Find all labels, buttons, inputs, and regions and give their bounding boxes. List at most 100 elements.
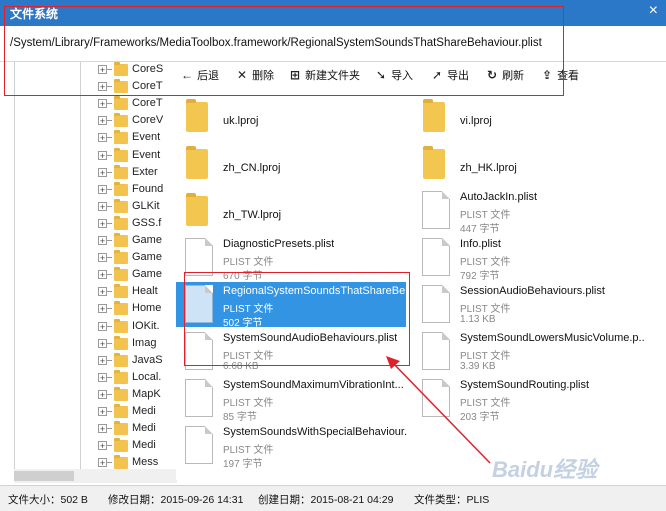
toolbar-button[interactable]: ⇪ 查看 [540, 67, 579, 83]
expand-icon[interactable]: + [98, 65, 107, 75]
status-file-size: 文件大小：502 B [8, 494, 88, 506]
scrollbar-thumb[interactable] [14, 471, 74, 481]
tree-item[interactable]: + MapK [98, 386, 176, 404]
toolbar-button[interactable]: ➚ 导出 [430, 67, 469, 83]
folder-item[interactable]: zh_HK.lproj [413, 141, 643, 186]
expand-icon[interactable]: + [98, 287, 107, 297]
tree-item[interactable]: + Healt [98, 284, 176, 301]
folder-icon [114, 301, 128, 316]
expand-icon[interactable]: + [98, 201, 107, 211]
expand-icon[interactable]: + [98, 355, 107, 365]
expand-icon[interactable]: + [98, 372, 107, 382]
expand-icon[interactable]: + [98, 389, 107, 399]
file-size: 670 字节 [223, 271, 263, 282]
tree-connector [107, 69, 112, 70]
folder-item[interactable]: zh_CN.lproj [176, 141, 406, 186]
tree-connector [107, 325, 112, 327]
expand-icon[interactable]: + [98, 338, 107, 348]
document-icon [422, 285, 450, 323]
expand-icon[interactable]: + [98, 167, 107, 177]
toolbar-button[interactable]: ➘ 导入 [374, 67, 413, 83]
toolbar-button[interactable]: ← 后退 [180, 67, 219, 83]
toolbar-button[interactable]: ↻ 刷新 [485, 67, 524, 83]
expand-icon[interactable]: + [98, 133, 107, 143]
tree-connector [107, 308, 112, 310]
tree-horizontal-scrollbar[interactable] [14, 469, 177, 483]
expand-icon[interactable]: + [98, 236, 107, 246]
file-item[interactable]: SystemSoundMaximumVibrationInt... PLIST 文… [176, 376, 406, 423]
file-item[interactable]: Info.plist PLIST 文件 792 字节 [413, 235, 643, 282]
file-name: SystemSoundRouting.plist [460, 379, 590, 391]
folder-icon [114, 130, 128, 145]
tree-item[interactable]: + JavaS [98, 352, 176, 370]
tree-item[interactable]: + Imag [98, 335, 176, 353]
file-item[interactable]: DiagnosticPresets.plist PLIST 文件 670 字节 [176, 235, 406, 282]
tree-item[interactable]: + CoreV [98, 113, 176, 130]
folder-item[interactable]: vi.lproj [413, 94, 643, 139]
tree-connector [107, 291, 112, 293]
tree-connector [107, 393, 112, 395]
file-item[interactable]: SystemSoundRouting.plist PLIST 文件 203 字节 [413, 376, 643, 423]
tree-item[interactable]: + GSS.f [98, 215, 176, 233]
expand-icon[interactable]: + [98, 424, 107, 434]
file-item[interactable]: SystemSoundsWithSpecialBehaviour... PLIST… [176, 423, 408, 470]
folder-icon [114, 62, 128, 76]
expand-icon[interactable]: + [98, 82, 107, 92]
folder-icon [114, 233, 128, 247]
tree-item[interactable]: + CoreT [98, 96, 176, 113]
close-icon[interactable]: × [649, 2, 658, 20]
delete-x-icon: ✕ [236, 68, 248, 82]
tree-item[interactable]: + Game [98, 267, 176, 284]
file-item[interactable]: RegionalSystemSoundsThatShareBe... PLIST … [176, 282, 408, 329]
file-item[interactable]: SystemSoundLowersMusicVolume.p... PLIST 文… [413, 329, 645, 374]
toolbar-button[interactable]: ✕ 删除 [235, 67, 274, 83]
tree-item[interactable]: + IOKit. [98, 318, 176, 336]
document-icon [185, 238, 213, 276]
expand-icon[interactable]: + [98, 253, 107, 263]
tree-item[interactable]: + Found [98, 181, 176, 199]
status-modified-date: 修改日期：2015-09-26 14:31 [108, 494, 244, 506]
folder-icon [114, 147, 128, 162]
file-item[interactable]: AutoJackIn.plist PLIST 文件 447 字节 [413, 188, 643, 235]
tree-connector [107, 137, 112, 139]
toolbar-button-label: 新建文件夹 [305, 70, 361, 82]
expand-icon[interactable]: + [98, 270, 107, 280]
tree-item[interactable]: + Event [98, 147, 176, 165]
toolbar-button[interactable]: ⊞ 新建文件夹 [288, 67, 360, 83]
folder-item[interactable]: zh_TW.lproj [176, 188, 406, 233]
tree-item[interactable]: + Event [98, 130, 176, 147]
tree-item[interactable]: + Game [98, 233, 176, 250]
tree-item[interactable]: + CoreS [98, 62, 176, 79]
tree-item[interactable]: + Medi [98, 404, 176, 421]
file-item[interactable]: SessionAudioBehaviours.plist PLIST 文件 1.13… [413, 282, 643, 327]
file-type: PLIST 文件 [223, 445, 274, 456]
tree-item[interactable]: + Local. [98, 369, 176, 387]
tree-item[interactable]: + Game [98, 250, 176, 267]
file-item[interactable]: SystemSoundAudioBehaviours.plist PLIST 文件… [176, 329, 406, 374]
tree-item[interactable]: + CoreT [98, 79, 176, 96]
expand-icon[interactable]: + [98, 150, 107, 160]
toolbar-button-label: 刷新 [502, 70, 525, 82]
tree-item[interactable]: + Medi [98, 438, 176, 455]
expand-icon[interactable]: + [98, 458, 107, 468]
tree-item[interactable]: + Medi [98, 421, 176, 438]
file-size: 447 字节 [460, 224, 500, 235]
expand-icon[interactable]: + [98, 99, 107, 109]
folder-item[interactable]: uk.lproj [176, 94, 406, 139]
expand-icon[interactable]: + [98, 218, 107, 228]
tree-item[interactable]: + Exter [98, 164, 176, 182]
expand-icon[interactable]: + [98, 441, 107, 451]
tree-item[interactable]: + GLKit [98, 198, 176, 216]
expand-icon[interactable]: + [98, 184, 107, 194]
tree-connector [107, 103, 112, 105]
expand-icon[interactable]: + [98, 407, 107, 417]
expand-icon[interactable]: + [98, 321, 107, 331]
expand-icon[interactable]: + [98, 116, 107, 126]
column-divider [14, 62, 15, 470]
tree-item-label: Medi [132, 405, 156, 417]
expand-icon[interactable]: + [98, 304, 107, 314]
tree-item[interactable]: + Home [98, 301, 176, 318]
file-type: PLIST 文件 [460, 304, 511, 315]
file-name: SystemSoundsWithSpecialBehaviour... [223, 426, 408, 438]
tree-connector [107, 445, 112, 447]
